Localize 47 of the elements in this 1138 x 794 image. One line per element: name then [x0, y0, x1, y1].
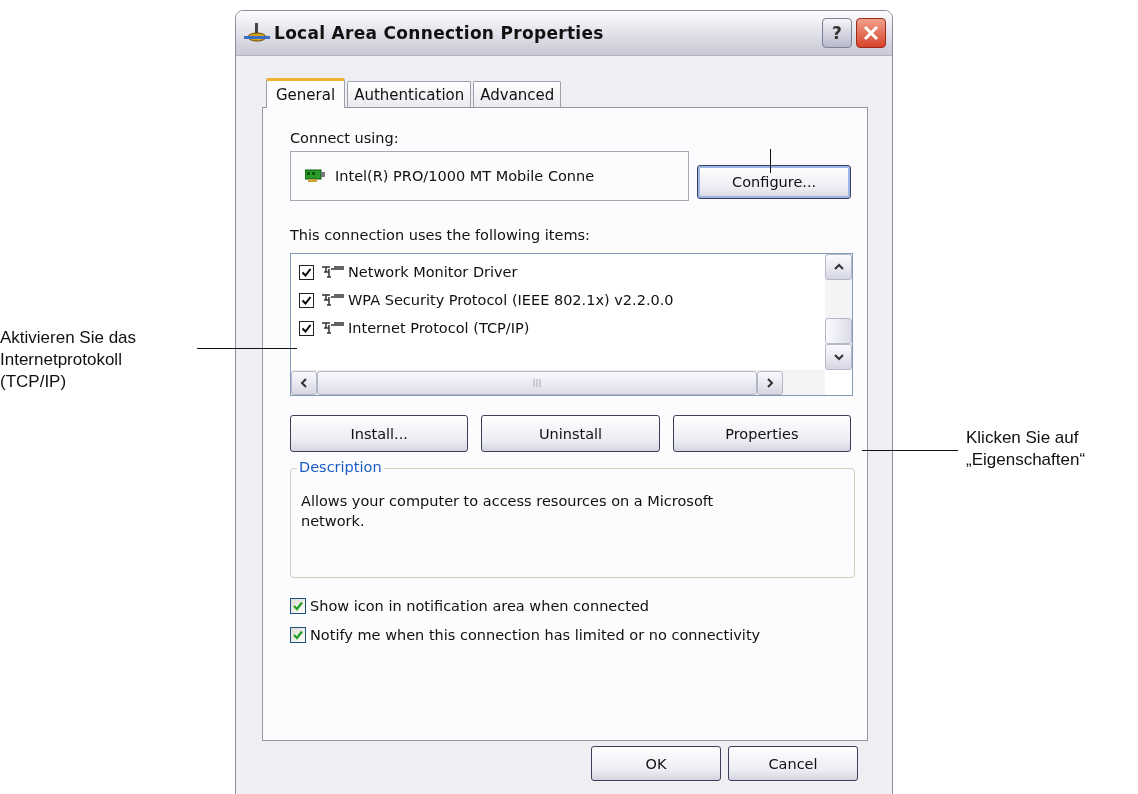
network-icon [244, 23, 270, 43]
list-item[interactable]: Internet Protocol (TCP/IP) [299, 314, 825, 342]
vertical-scrollbar[interactable] [825, 254, 852, 370]
description-text: Allows your computer to access resources on a Microsoft network. [301, 492, 715, 531]
item-label: WPA Security Protocol (IEEE 802.1x) v2.2.0.0 [348, 292, 674, 308]
option-label[interactable]: Notify me when this connection has limited or no connectivity [310, 627, 761, 643]
option-label[interactable]: Show icon in notification area when connected [310, 598, 650, 614]
checkbox[interactable] [299, 292, 314, 308]
scroll-right-icon[interactable] [757, 371, 783, 395]
close-icon[interactable] [863, 25, 879, 41]
group-title: Description [297, 459, 384, 475]
list-item[interactable]: WPA Security Protocol (IEEE 802.1x) v2.2.0.0 [299, 286, 825, 314]
checkbox[interactable] [299, 264, 314, 280]
adapter-name: Intel(R) PRO/1000 MT Mobile Conne [335, 168, 595, 184]
close-button[interactable] [856, 18, 886, 48]
configure-button[interactable]: Configure... [697, 165, 851, 199]
scroll-thumb[interactable] [825, 318, 852, 344]
action-button[interactable]: Install... [290, 415, 469, 452]
network-card-icon [305, 169, 325, 183]
dialog-button[interactable]: Cancel [728, 746, 858, 781]
callout-text: Aktivieren Sie das Internetprotokoll (TCP/IP) [0, 327, 138, 393]
scroll-down-icon[interactable] [825, 344, 852, 370]
protocol-icon [322, 294, 344, 306]
item-label: Network Monitor Driver [348, 264, 518, 280]
leader-line [770, 149, 771, 173]
checkbox[interactable] [290, 627, 306, 643]
action-button[interactable]: Properties [672, 415, 851, 452]
help-button[interactable]: ? [822, 18, 852, 48]
action-button[interactable]: Uninstall [481, 415, 660, 452]
protocol-icon [322, 322, 344, 334]
horizontal-scrollbar[interactable] [291, 370, 825, 395]
scroll-left-icon[interactable] [291, 371, 317, 395]
checkbox[interactable] [290, 598, 306, 614]
section-label: Connect using: [290, 130, 400, 146]
protocol-icon [322, 266, 344, 278]
scroll-thumb[interactable] [317, 371, 757, 395]
tab[interactable]: Advanced [473, 81, 562, 107]
tab[interactable]: General [266, 78, 346, 108]
list-item[interactable]: Network Monitor Driver [299, 258, 825, 286]
item-label: Internet Protocol (TCP/IP) [348, 320, 530, 336]
callout-text: Klicken Sie auf „Eigenschaften“ [966, 427, 1087, 471]
window-title: Local Area Connection Properties [274, 23, 605, 43]
tab[interactable]: Authentication [347, 81, 472, 107]
section-label: This connection uses the following items: [290, 227, 591, 243]
checkbox[interactable] [299, 320, 314, 336]
dialog-button[interactable]: OK [591, 746, 721, 781]
scroll-up-icon[interactable] [825, 254, 852, 280]
